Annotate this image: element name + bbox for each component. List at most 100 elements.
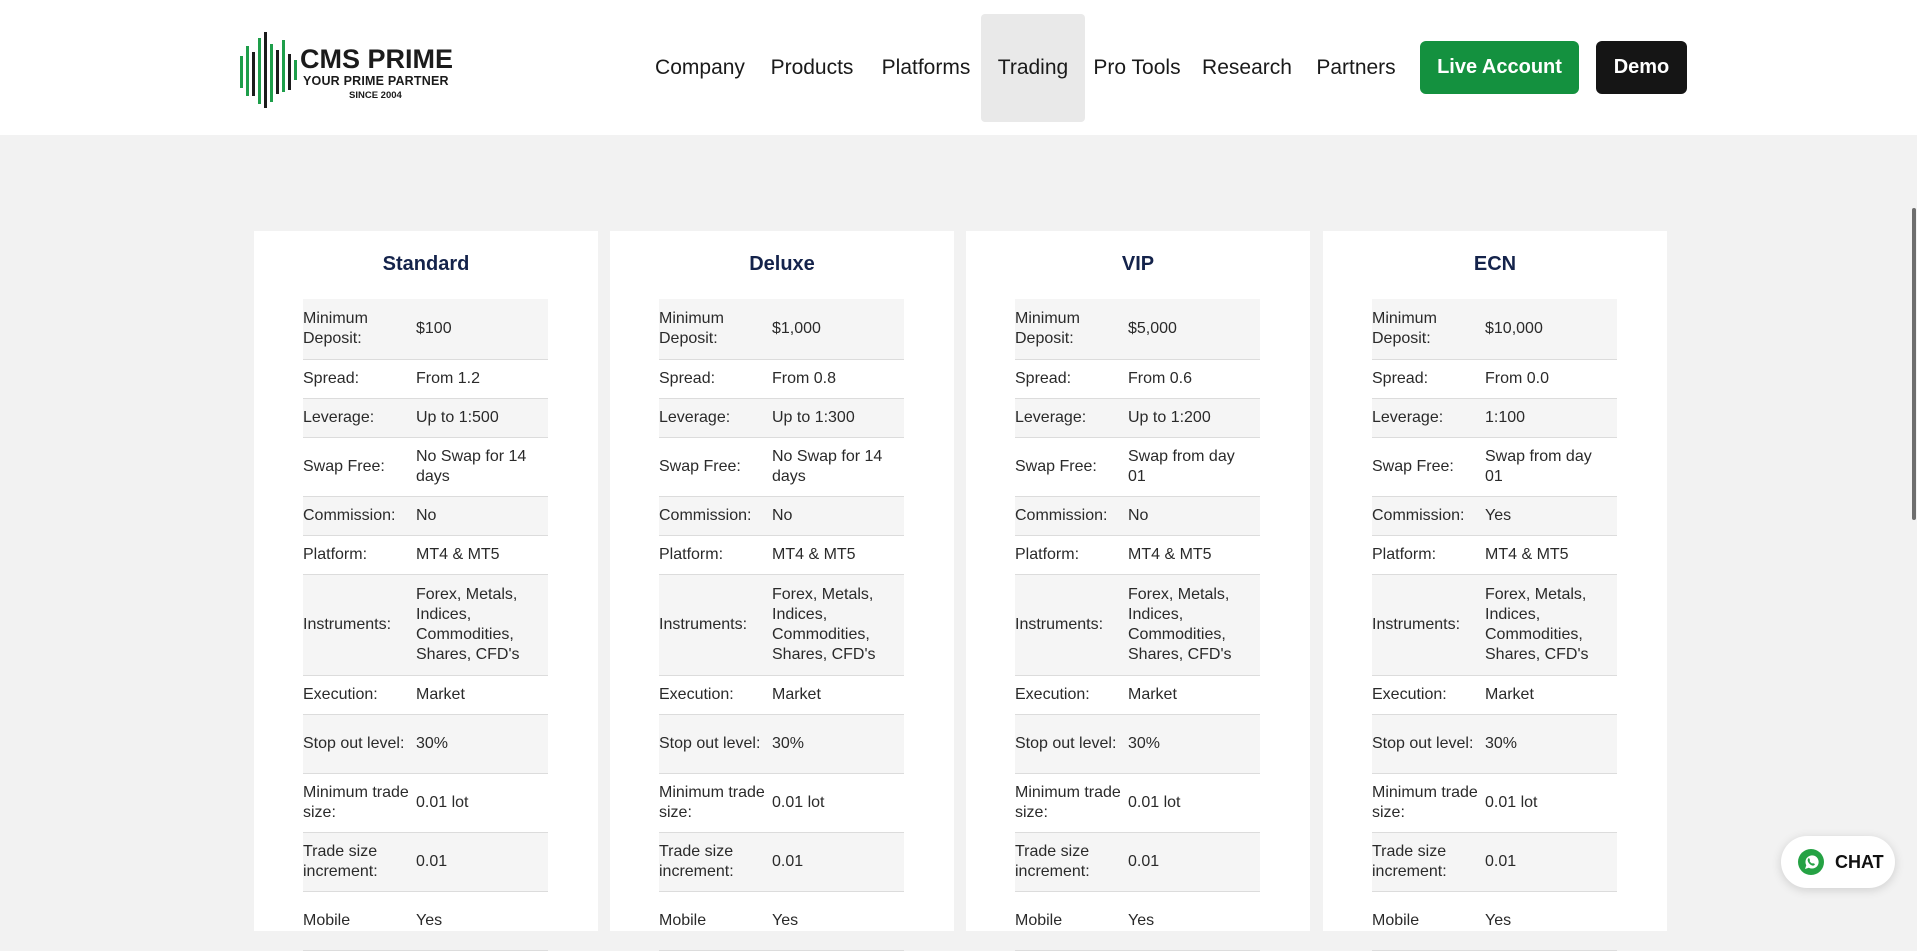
nav-company[interactable]: Company xyxy=(650,14,750,122)
spec-row: Commission: No xyxy=(1015,497,1260,536)
spec-label: Platform: xyxy=(659,546,724,563)
spec-row: Swap Free: No Swap for 14 days xyxy=(303,438,548,497)
spec-row: Leverage: Up to 1:300 xyxy=(659,399,904,438)
spec-value: Yes xyxy=(1128,912,1155,929)
spec-label: Swap Free: xyxy=(659,458,741,475)
spec-label: Commission: xyxy=(1372,507,1465,524)
spec-row: Platform: MT4 & MT5 xyxy=(1372,536,1617,575)
spec-label: Trade size increment: xyxy=(1015,843,1090,880)
spec-value: Market xyxy=(1128,686,1177,703)
spec-value: No Swap for 14 days xyxy=(416,448,527,485)
spec-label: Execution: xyxy=(1372,686,1447,703)
account-card-title: VIP xyxy=(1121,253,1155,275)
spec-value: Up to 1:500 xyxy=(416,409,499,426)
spec-value: MT4 & MT5 xyxy=(416,546,500,563)
logo-title: CMS PRIME xyxy=(300,44,454,74)
spec-label: Stop out level: xyxy=(1015,735,1117,752)
spec-row: Execution: Market xyxy=(303,676,548,715)
chat-button[interactable]: CHAT xyxy=(1781,836,1895,888)
spec-row: Execution: Market xyxy=(1015,676,1260,715)
spec-label: Leverage: xyxy=(1372,409,1444,426)
account-card-vip: VIP Minimum Deposit: $5,000 Spread: From 0.6… xyxy=(966,231,1310,951)
spec-label: Instruments: xyxy=(659,616,748,633)
chat-label: CHAT xyxy=(1835,851,1884,872)
spec-table: Minimum Deposit: $1,000 Spread: From 0.8 Lev… xyxy=(659,299,904,951)
spec-row: Platform: MT4 & MT5 xyxy=(1015,536,1260,575)
account-card-ecn: ECN Minimum Deposit: $10,000 Spread: From 0.… xyxy=(1323,231,1667,951)
spec-label: Stop out level: xyxy=(1372,735,1474,752)
spec-row: Commission: Yes xyxy=(1372,497,1617,536)
spec-table: Minimum Deposit: $100 Spread: From 1.2 Lever… xyxy=(303,299,548,951)
spec-value: 0.01 xyxy=(772,853,804,870)
spec-value: Forex, Metals, Indices, Commodities, Sha… xyxy=(772,586,876,663)
spec-value: $5,000 xyxy=(1128,320,1177,337)
spec-row: Minimum Deposit: $1,000 xyxy=(659,299,904,360)
spec-label: Execution: xyxy=(1015,686,1090,703)
spec-label: Trade size increment: xyxy=(303,843,378,880)
spec-row: Minimum Deposit: $5,000 xyxy=(1015,299,1260,360)
nav-pro-tools[interactable]: Pro Tools xyxy=(1090,14,1184,122)
spec-value: 30% xyxy=(416,735,449,752)
spec-value: MT4 & MT5 xyxy=(772,546,856,563)
spec-row: Trade size increment: 0.01 xyxy=(303,833,548,892)
spec-label: Trade size increment: xyxy=(1372,843,1447,880)
spec-label: Mobile xyxy=(1015,912,1063,929)
spec-value: From 1.2 xyxy=(416,370,481,387)
spec-row: Leverage: Up to 1:200 xyxy=(1015,399,1260,438)
nav-products[interactable]: Products xyxy=(765,14,859,122)
spec-label: Leverage: xyxy=(1015,409,1087,426)
spec-label: Minimum Deposit: xyxy=(1372,310,1437,347)
spec-label: Execution: xyxy=(303,686,378,703)
spec-value: No xyxy=(1128,507,1149,524)
spec-value: No xyxy=(772,507,793,524)
spec-label: Mobile xyxy=(659,912,707,929)
spec-row: Minimum trade size: 0.01 lot xyxy=(303,774,548,833)
spec-value: Forex, Metals, Indices, Commodities, Sha… xyxy=(1128,586,1232,663)
demo-button[interactable]: Demo xyxy=(1596,41,1687,94)
nav-partners[interactable]: Partners xyxy=(1310,14,1402,122)
spec-label: Platform: xyxy=(1372,546,1437,563)
spec-row: Instruments: Forex, Metals, Indices, Comm… xyxy=(303,575,548,676)
spec-row: Spread: From 0.8 xyxy=(659,360,904,399)
spec-value: 0.01 lot xyxy=(1485,794,1538,811)
live-account-button[interactable]: Live Account xyxy=(1420,41,1579,94)
logo-tagline: YOUR PRIME PARTNER xyxy=(303,74,449,88)
spec-row: Stop out level: 30% xyxy=(303,715,548,774)
account-card-title: Standard xyxy=(382,253,470,275)
spec-table: Minimum Deposit: $5,000 Spread: From 0.6 Lev… xyxy=(1015,299,1260,951)
spec-label: Mobile xyxy=(303,912,351,929)
spec-row: Stop out level: 30% xyxy=(659,715,904,774)
nav-trading[interactable]: Trading xyxy=(981,14,1085,122)
nav-platforms[interactable]: Platforms xyxy=(874,14,978,122)
spec-label: Spread: xyxy=(1015,370,1072,387)
spec-row: Mobile Yes xyxy=(1372,892,1617,951)
spec-label: Minimum trade size: xyxy=(1372,784,1478,821)
spec-value: From 0.8 xyxy=(772,370,837,387)
spec-label: Minimum trade size: xyxy=(303,784,409,821)
account-card-deluxe: Deluxe Minimum Deposit: $1,000 Spread: From … xyxy=(610,231,954,951)
spec-label: Instruments: xyxy=(303,616,392,633)
spec-row: Minimum Deposit: $100 xyxy=(303,299,548,360)
spec-table: Minimum Deposit: $10,000 Spread: From 0.0 Le… xyxy=(1372,299,1617,951)
site-header: CMS PRIME YOUR PRIME PARTNER SINCE 2004 … xyxy=(0,0,1917,135)
spec-row: Platform: MT4 & MT5 xyxy=(303,536,548,575)
spec-row: Leverage: Up to 1:500 xyxy=(303,399,548,438)
spec-label: Minimum Deposit: xyxy=(1015,310,1080,347)
spec-value: 0.01 xyxy=(416,853,448,870)
spec-label: Platform: xyxy=(1015,546,1080,563)
spec-value: Yes xyxy=(416,912,443,929)
spec-row: Platform: MT4 & MT5 xyxy=(659,536,904,575)
scrollbar-thumb[interactable] xyxy=(1912,208,1916,520)
spec-row: Mobile Yes xyxy=(659,892,904,951)
spec-value: 0.01 lot xyxy=(772,794,825,811)
account-card-standard: Standard Minimum Deposit: $100 Spread: From … xyxy=(254,231,598,951)
cms-prime-logo[interactable]: CMS PRIME YOUR PRIME PARTNER SINCE 2004 xyxy=(238,28,463,108)
spec-row: Execution: Market xyxy=(659,676,904,715)
spec-value: MT4 & MT5 xyxy=(1128,546,1212,563)
nav-research[interactable]: Research xyxy=(1198,14,1296,122)
spec-row: Leverage: 1:100 xyxy=(1372,399,1617,438)
spec-value: Yes xyxy=(1485,912,1512,929)
spec-row: Minimum Deposit: $10,000 xyxy=(1372,299,1617,360)
spec-label: Spread: xyxy=(1372,370,1429,387)
spec-row: Swap Free: Swap from day 01 xyxy=(1372,438,1617,497)
